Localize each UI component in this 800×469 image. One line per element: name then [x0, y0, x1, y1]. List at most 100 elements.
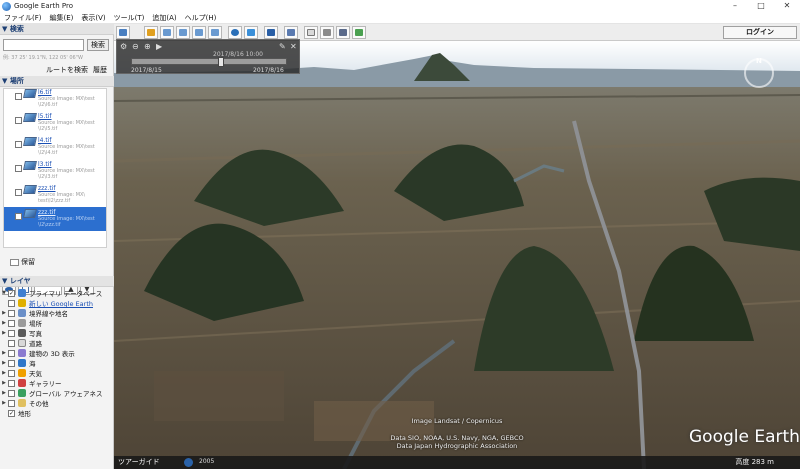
menu-tools[interactable]: ツール(T) [110, 13, 149, 23]
toggle-sidebar-button[interactable] [116, 26, 130, 39]
expand-arrow-icon[interactable]: ▶ [0, 330, 8, 336]
layer-checkbox[interactable]: ✓ [8, 289, 15, 297]
search-button[interactable]: 検索 [87, 39, 109, 51]
place-checkbox[interactable] [15, 117, 22, 124]
layer-item-terrain[interactable]: ✓ 地形 [0, 408, 114, 418]
place-checkbox[interactable] [15, 213, 22, 220]
expand-arrow-icon[interactable]: ▶ [0, 320, 8, 326]
layer-item-3d-buildings[interactable]: ▶ 建物の 3D 表示 [0, 348, 114, 358]
add-path-button[interactable] [176, 26, 190, 39]
temporary-places-folder[interactable]: 保留 [10, 257, 35, 267]
menu-file[interactable]: ファイル(F) [0, 13, 46, 23]
layer-checkbox[interactable] [8, 309, 15, 317]
settings-icon[interactable]: ⚙ [120, 43, 128, 51]
layer-checkbox[interactable] [8, 359, 15, 367]
layer-checkbox[interactable]: ✓ [8, 409, 15, 417]
minimize-button[interactable]: – [722, 0, 748, 12]
maximize-button[interactable]: □ [748, 0, 774, 12]
layer-item-ocean[interactable]: ▶ 海 [0, 358, 114, 368]
layer-checkbox[interactable] [8, 329, 15, 337]
layer-item-other[interactable]: ▶ その他 [0, 398, 114, 408]
layer-item-weather[interactable]: ▶ 天気 [0, 368, 114, 378]
folder-icon [10, 258, 19, 266]
record-tour-button[interactable] [208, 26, 222, 39]
layer-checkbox[interactable] [8, 339, 15, 347]
place-name[interactable]: l4.tif [38, 137, 52, 144]
layers-section-header[interactable]: ▼ レイヤ [0, 276, 114, 287]
layer-checkbox[interactable] [8, 349, 15, 357]
ruler-button[interactable] [284, 26, 298, 39]
close-window-button[interactable]: ✕ [774, 0, 800, 12]
layer-item-global-awareness[interactable]: ▶ グローバル アウェアネス [0, 388, 114, 398]
place-item[interactable]: l5.tif Source Image: MX\test \l2\l5.tif [4, 111, 106, 135]
route-search-link[interactable]: ルートを検索 [46, 65, 88, 75]
layer-checkbox[interactable] [8, 379, 15, 387]
place-item[interactable]: l4.tif Source Image: MX\test \l2\l4.tif [4, 135, 106, 159]
place-name[interactable]: zzz.tif [38, 185, 56, 192]
layer-checkbox[interactable] [8, 319, 15, 327]
earth-viewport[interactable]: N Image Landsat / Copernicus Data SIO, N… [114, 41, 800, 469]
search-section-header[interactable]: ▼ 検索 [0, 24, 114, 35]
layer-item-photos[interactable]: ▶ 写真 [0, 328, 114, 338]
zoom-out-icon[interactable]: ⊖ [132, 43, 140, 51]
place-name[interactable]: zzz.tif [38, 209, 56, 216]
planets-button[interactable] [264, 26, 278, 39]
layer-checkbox[interactable] [8, 299, 15, 307]
add-polygon-button[interactable] [160, 26, 174, 39]
wrench-icon[interactable]: ✎ [279, 43, 287, 51]
historical-imagery-button[interactable] [228, 26, 242, 39]
place-checkbox[interactable] [15, 189, 22, 196]
add-overlay-button[interactable] [192, 26, 206, 39]
place-checkbox[interactable] [15, 93, 22, 100]
time-slider-track[interactable] [131, 57, 287, 67]
history-link[interactable]: 履歴 [93, 65, 107, 75]
zoom-in-icon[interactable]: ⊕ [144, 43, 152, 51]
place-name[interactable]: l6.tif [38, 89, 52, 96]
layer-checkbox[interactable] [8, 369, 15, 377]
place-checkbox[interactable] [15, 165, 22, 172]
place-item[interactable]: zzz.tif Source Image: MX\ test\l2\zzz.tif [4, 183, 106, 207]
layer-item-borders[interactable]: ▶ 境界線や地名 [0, 308, 114, 318]
expand-arrow-icon[interactable]: ▶ [0, 370, 8, 376]
layer-item-places[interactable]: ▶ 場所 [0, 318, 114, 328]
google-maps-button[interactable] [352, 26, 366, 39]
place-checkbox[interactable] [15, 141, 22, 148]
expand-arrow-icon[interactable]: ▶ [0, 400, 8, 406]
places-section-header[interactable]: ▼ 場所 [0, 76, 114, 87]
place-item[interactable]: l3.tif Source Image: MX\test \l2\l3.tif [4, 159, 106, 183]
place-name[interactable]: l5.tif [38, 113, 52, 120]
collapse-arrow-icon[interactable]: ▼ [0, 290, 8, 296]
layer-item-roads[interactable]: 道路 [0, 338, 114, 348]
menu-help[interactable]: ヘルプ(H) [181, 13, 221, 23]
search-input[interactable] [3, 39, 84, 51]
layer-item-new-google-earth[interactable]: 新しい Google Earth [0, 298, 114, 308]
email-button[interactable] [304, 26, 318, 39]
expand-arrow-icon[interactable]: ▶ [0, 310, 8, 316]
layer-checkbox[interactable] [8, 399, 15, 407]
terrain-view[interactable] [114, 41, 800, 469]
expand-arrow-icon[interactable]: ▶ [0, 350, 8, 356]
place-name[interactable]: l3.tif [38, 161, 52, 168]
expand-arrow-icon[interactable]: ▶ [0, 390, 8, 396]
menu-add[interactable]: 追加(A) [148, 13, 180, 23]
place-item-selected[interactable]: zzz.tif Source Image: MX\test \l2\zzz.tif [4, 207, 106, 231]
print-button[interactable] [320, 26, 334, 39]
tour-guide-button[interactable]: ツアーガイド [118, 457, 160, 467]
navigation-compass[interactable]: N [744, 57, 774, 88]
save-image-button[interactable] [336, 26, 350, 39]
layer-label[interactable]: 新しい Google Earth [29, 298, 93, 308]
expand-arrow-icon[interactable]: ▶ [0, 360, 8, 366]
time-slider-thumb[interactable] [218, 57, 224, 67]
sunlight-button[interactable] [244, 26, 258, 39]
menu-edit[interactable]: 編集(E) [46, 13, 78, 23]
layer-checkbox[interactable] [8, 389, 15, 397]
login-button[interactable]: ログイン [723, 26, 797, 39]
expand-arrow-icon[interactable]: ▶ [0, 380, 8, 386]
layer-item-gallery[interactable]: ▶ ギャラリー [0, 378, 114, 388]
menu-view[interactable]: 表示(V) [77, 13, 109, 23]
play-icon[interactable]: ▶ [156, 43, 164, 51]
layer-item-primary-database[interactable]: ▼ ✓ プライマリ データベース [0, 288, 114, 298]
add-placemark-button[interactable] [144, 26, 158, 39]
close-icon[interactable]: ✕ [290, 43, 298, 51]
place-item[interactable]: l6.tif Source Image: MX\test \l2\l6.tif [4, 89, 106, 111]
